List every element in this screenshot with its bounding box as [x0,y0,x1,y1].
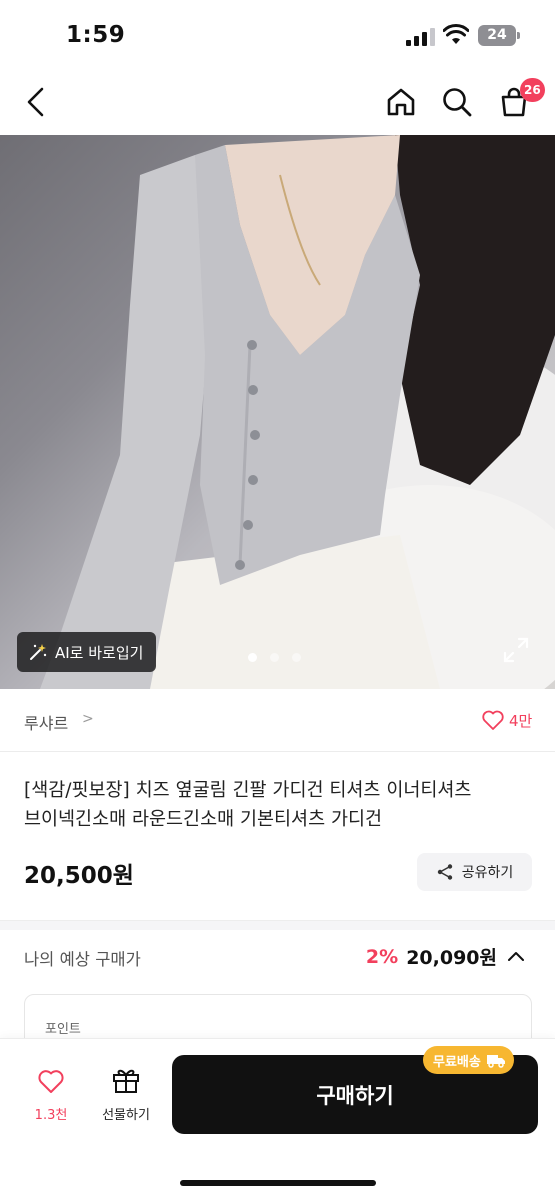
store-row[interactable]: 루샤르 > 4만 [0,689,555,752]
wishlist-count: 1.3천 [34,1108,68,1123]
share-label: 공유하기 [461,865,514,881]
cart-count-badge: 26 [520,78,545,102]
chevron-left-icon [27,87,44,117]
home-indicator [180,1180,376,1186]
search-button[interactable] [437,82,477,122]
product-title: [색감/핏보장] 치즈 옆굴림 긴팔 가디건 티셔츠 이너티셔츠 브이넥긴소매 … [24,780,472,830]
signal-icon [406,28,436,46]
product-photo [40,135,555,689]
ai-try-on-label: AI로 바로입기 [55,643,144,662]
chevron-right-icon: > [82,711,94,727]
nav-bar [0,70,555,135]
free-shipping-label: 무료배송 [433,1054,481,1070]
home-button[interactable] [381,82,421,122]
gift-icon [113,1069,139,1093]
status-bar: 1:59 24 [0,0,555,70]
status-time: 1:59 [66,22,126,48]
gift-label: 선물하기 [102,1108,150,1123]
wifi-icon [443,24,469,44]
expand-image-button[interactable] [502,636,530,664]
magic-wand-icon [30,644,47,660]
expected-price: 20,090원 [406,947,497,969]
expected-price-label: 나의 예상 구매가 [24,950,141,969]
expected-price-toggle[interactable]: 2% 20,090원 [366,943,527,970]
heart-icon [482,710,504,730]
points-label: 포인트 [45,1022,81,1037]
battery-tip [517,32,520,39]
section-divider [0,920,555,930]
share-button[interactable]: 공유하기 [417,853,532,891]
home-icon [387,88,415,116]
ai-try-on-button[interactable]: AI로 바로입기 [17,632,157,672]
search-icon [443,88,472,117]
store-name[interactable]: 루샤르 [24,710,68,734]
free-shipping-badge: 무료배송 [423,1046,514,1074]
carousel-dot[interactable] [270,653,279,662]
carousel-dot[interactable] [292,653,301,662]
product-image[interactable] [0,135,555,689]
gift-button[interactable]: 선물하기 [92,1066,160,1123]
chevron-up-icon [508,951,524,961]
truck-icon [486,1055,505,1068]
wishlist-button[interactable]: 1.3천 [22,1068,80,1123]
heart-icon [38,1070,64,1093]
back-button[interactable] [16,82,56,122]
like-count: 4만 [509,711,533,730]
battery-indicator: 24 [478,25,516,46]
carousel-indicator [248,653,301,662]
carousel-dot[interactable] [248,653,257,662]
discount-rate: 2% [365,945,399,968]
share-icon [437,864,452,880]
like-button[interactable]: 4만 [481,709,532,731]
expand-icon [503,637,529,663]
product-price: 20,500원 [24,863,134,889]
